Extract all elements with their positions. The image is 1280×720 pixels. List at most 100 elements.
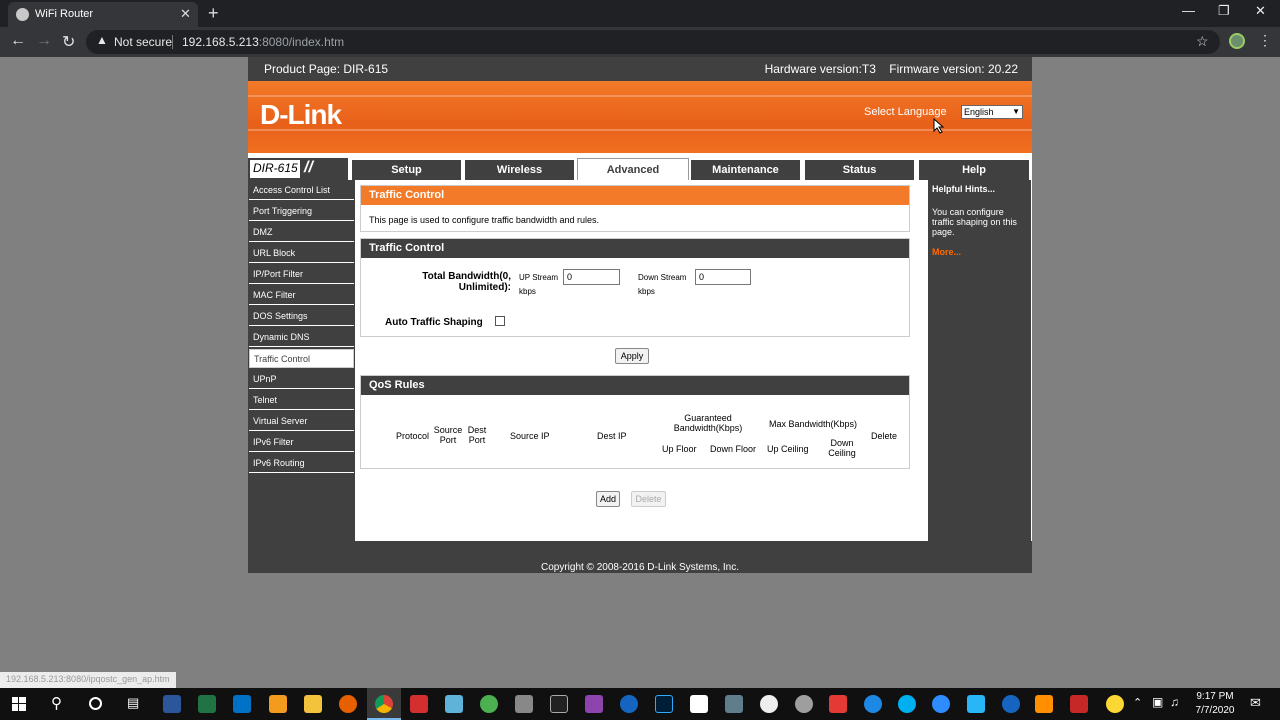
app-icon-dark[interactable]: [550, 695, 568, 713]
intro-title: Traffic Control: [361, 186, 909, 205]
maximize-icon[interactable]: ❐: [1218, 3, 1230, 19]
cortana-icon[interactable]: [89, 697, 102, 710]
nav-mac-filter[interactable]: MAC Filter: [249, 286, 354, 305]
nav-ipv6-routing[interactable]: IPv6 Routing: [249, 454, 354, 473]
up-stream-label: UP Stream: [519, 273, 558, 282]
tab-status[interactable]: Status: [805, 160, 914, 180]
windows-start-icon[interactable]: [12, 697, 26, 711]
app-icon-silver[interactable]: [795, 695, 813, 713]
app-icon-blue[interactable]: [620, 695, 638, 713]
nav-upnp[interactable]: UPnP: [249, 370, 354, 389]
help-tray-icon[interactable]: [1106, 695, 1124, 713]
add-button[interactable]: Add: [596, 491, 620, 507]
app-icon-orange[interactable]: [269, 695, 287, 713]
forward-icon[interactable]: →: [36, 32, 52, 50]
col-dest-ip: Dest IP: [597, 431, 627, 441]
app-icon-lightblue[interactable]: [967, 695, 985, 713]
clock-time[interactable]: 9:17 PM: [1195, 691, 1235, 702]
status-url: 192.168.5.213:8080/ipqostc_gen_ap.htm: [0, 672, 176, 688]
utorrent-icon[interactable]: [480, 695, 498, 713]
tab-help[interactable]: Help: [919, 160, 1029, 180]
file-explorer-icon[interactable]: [304, 695, 322, 713]
app-icon-gray[interactable]: [515, 695, 533, 713]
vnc-icon[interactable]: [690, 695, 708, 713]
version-info: Hardware version:T3 Firmware version: 20…: [765, 62, 1018, 76]
col-dest-port-line1: Dest: [467, 425, 487, 435]
tab-close-button[interactable]: ✕: [180, 6, 191, 22]
app-icon-red[interactable]: [1070, 695, 1088, 713]
reload-icon[interactable]: ↻: [62, 32, 75, 52]
app-icon-purple[interactable]: [585, 695, 603, 713]
tab-wireless[interactable]: Wireless: [465, 160, 574, 180]
firefox-icon[interactable]: [339, 695, 357, 713]
chevron-down-icon: ▼: [1012, 107, 1020, 116]
nav-telnet[interactable]: Telnet: [249, 391, 354, 410]
up-stream-input[interactable]: 0: [563, 269, 620, 285]
col-guaranteed-bandwidth: Guaranteed Bandwidth(Kbps): [661, 413, 755, 433]
footer: Copyright © 2008-2016 D-Link Systems, In…: [248, 541, 1032, 573]
app-icon-teal[interactable]: [445, 695, 463, 713]
chrome-icon[interactable]: [375, 695, 393, 713]
more-link[interactable]: More...: [932, 247, 1027, 257]
search-icon[interactable]: ⚲: [51, 694, 62, 712]
app-icon-navy[interactable]: [1002, 695, 1020, 713]
tab-setup[interactable]: Setup: [352, 160, 461, 180]
network-app-icon[interactable]: [725, 695, 743, 713]
up-stream-unit: kbps: [519, 287, 536, 296]
down-stream-label: Down Stream: [638, 273, 687, 282]
tray-chevron-up-icon[interactable]: ⌃: [1133, 696, 1142, 709]
nav-url-block[interactable]: URL Block: [249, 244, 354, 263]
vlc-icon[interactable]: [1035, 695, 1053, 713]
word-icon[interactable]: [163, 695, 181, 713]
new-tab-button[interactable]: +: [208, 3, 219, 24]
col-source-port-line2: Port: [439, 435, 457, 445]
menu-icon[interactable]: ⋮: [1258, 32, 1272, 49]
volume-icon[interactable]: ♫: [1170, 695, 1179, 709]
browser-tab[interactable]: WiFi Router ✕: [8, 2, 198, 27]
apply-button[interactable]: Apply: [615, 348, 649, 364]
nav-ip-port-filter[interactable]: IP/Port Filter: [249, 265, 354, 284]
col-down-floor: Down Floor: [710, 444, 757, 454]
outlook-icon[interactable]: [233, 695, 251, 713]
excel-icon[interactable]: [198, 695, 216, 713]
edge-icon[interactable]: [864, 695, 882, 713]
tab-maintenance[interactable]: Maintenance: [691, 160, 800, 180]
window-close-icon[interactable]: ✕: [1255, 3, 1266, 19]
clock-date[interactable]: 7/7/2020: [1193, 705, 1237, 716]
profile-avatar[interactable]: [1229, 33, 1245, 49]
back-icon[interactable]: ←: [10, 32, 26, 50]
app-icon-white[interactable]: [760, 695, 778, 713]
pdf-icon[interactable]: [410, 695, 428, 713]
zoom-icon[interactable]: [932, 695, 950, 713]
col-delete: Delete: [871, 431, 898, 441]
skype-icon[interactable]: [898, 695, 916, 713]
url-text[interactable]: 192.168.5.213:8080/index.htm: [182, 35, 344, 49]
col-up-ceiling: Up Ceiling: [767, 444, 809, 454]
nav-traffic-control[interactable]: Traffic Control: [249, 349, 354, 368]
bookmark-star-icon[interactable]: ☆: [1196, 33, 1209, 50]
product-page-label: Product Page: DIR-615: [264, 62, 389, 76]
browser-title-bar: WiFi Router ✕ + — ❐ ✕: [0, 0, 1280, 27]
down-stream-input[interactable]: 0: [695, 269, 751, 285]
task-view-icon[interactable]: ▤: [127, 695, 139, 711]
nav-virtual-server[interactable]: Virtual Server: [249, 412, 354, 431]
nav-dmz[interactable]: DMZ: [249, 223, 354, 242]
auto-traffic-shaping-checkbox[interactable]: [495, 316, 505, 326]
network-icon[interactable]: ▣: [1152, 695, 1163, 709]
tab-advanced[interactable]: Advanced: [577, 158, 689, 180]
delete-button[interactable]: Delete: [631, 491, 666, 507]
notifications-icon[interactable]: ✉: [1250, 695, 1261, 711]
nav-dos-settings[interactable]: DOS Settings: [249, 307, 354, 326]
col-source-port: Source Port: [433, 425, 463, 445]
helpful-hints-text: You can configure traffic shaping on thi…: [932, 207, 1017, 237]
address-bar[interactable]: ▲ Not secure 192.168.5.213:8080/index.ht…: [86, 30, 1220, 54]
photoshop-icon[interactable]: [655, 695, 673, 713]
language-select[interactable]: English ▼: [961, 105, 1023, 119]
minimize-icon[interactable]: —: [1182, 3, 1195, 18]
nav-dynamic-dns[interactable]: Dynamic DNS: [249, 328, 354, 347]
security-label[interactable]: Not secure: [114, 35, 172, 49]
nav-port-triggering[interactable]: Port Triggering: [249, 202, 354, 221]
nav-access-control-list[interactable]: Access Control List: [249, 181, 354, 200]
nav-ipv6-filter[interactable]: IPv6 Filter: [249, 433, 354, 452]
anydesk-icon[interactable]: [829, 695, 847, 713]
